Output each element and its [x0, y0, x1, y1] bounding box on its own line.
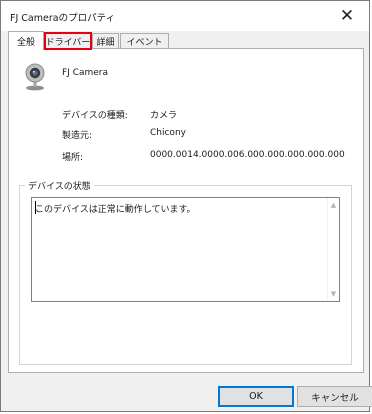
ok-button[interactable]: OK — [218, 386, 294, 407]
device-status-textbox[interactable]: このデバイスは正常に動作しています。 ▲ ▼ — [31, 197, 340, 302]
scroll-down-icon[interactable]: ▼ — [328, 288, 339, 300]
cancel-button-label: キャンセル — [311, 392, 359, 404]
window-title: FJ Cameraのプロパティ — [10, 13, 115, 24]
title-bar: FJ Cameraのプロパティ ✕ — [1, 1, 369, 31]
manufacturer-label: 製造元: — [62, 131, 93, 141]
tab-details-label: 詳細 — [96, 38, 115, 48]
cancel-button[interactable]: キャンセル — [297, 386, 372, 407]
device-status-text: このデバイスは正常に動作しています。 — [35, 205, 196, 215]
tab-details[interactable]: 詳細 — [92, 33, 119, 49]
location-label: 場所: — [62, 153, 84, 163]
tab-driver-label: ドライバー — [45, 38, 91, 48]
general-tab-panel: FJ Camera デバイスの種類: カメラ 製造元: Chicony 場所: … — [8, 48, 364, 373]
location-value: 0000.0014.0000.006.000.000.000.000.000 — [150, 150, 345, 160]
webcam-icon — [25, 63, 45, 91]
properties-dialog: FJ Cameraのプロパティ ✕ 全般 ドライバー 詳細 イベント FJ Ca… — [0, 0, 372, 412]
scroll-up-icon[interactable]: ▲ — [328, 199, 339, 211]
device-type-label: デバイスの種類: — [62, 111, 128, 121]
device-name: FJ Camera — [62, 68, 109, 78]
status-scrollbar[interactable]: ▲ ▼ — [327, 198, 339, 301]
device-status-group: デバイスの状態 このデバイスは正常に動作しています。 ▲ ▼ — [19, 179, 352, 365]
tab-events[interactable]: イベント — [120, 33, 169, 49]
tab-general-label: 全般 — [16, 37, 35, 48]
manufacturer-value: Chicony — [150, 128, 186, 138]
device-type-value: カメラ — [150, 111, 178, 121]
tab-general[interactable]: 全般 — [8, 31, 44, 50]
close-icon: ✕ — [339, 6, 355, 26]
device-status-title: デバイスの状態 — [25, 179, 94, 192]
tab-events-label: イベント — [126, 38, 163, 48]
close-button[interactable]: ✕ — [325, 1, 369, 31]
ok-button-label: OK — [249, 391, 263, 402]
tab-driver[interactable]: ドライバー — [44, 32, 92, 50]
tab-bar: 全般 ドライバー 詳細 イベント — [8, 31, 364, 50]
